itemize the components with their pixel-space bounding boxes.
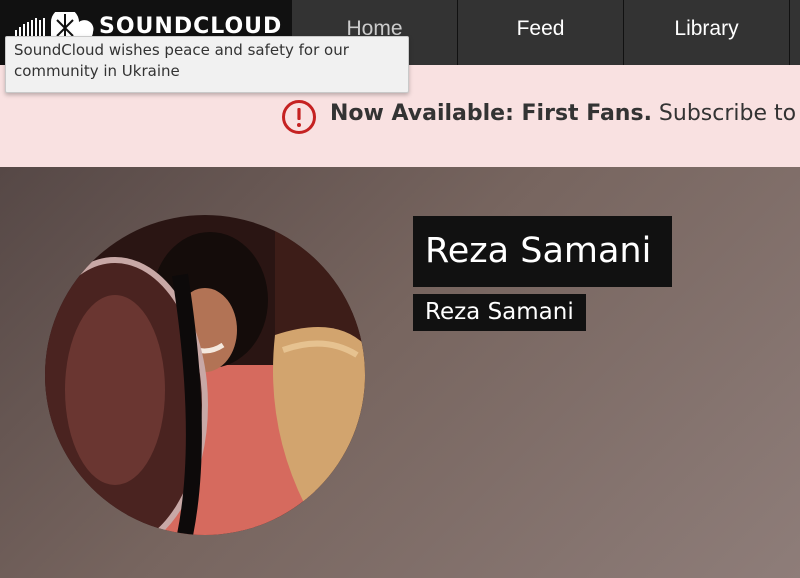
ukraine-tooltip: SoundCloud wishes peace and safety for o… — [5, 36, 409, 93]
nav-more[interactable] — [789, 0, 800, 65]
nav-library[interactable]: Library — [623, 0, 789, 65]
alert-circle-icon — [282, 100, 316, 134]
avatar-image — [45, 215, 365, 535]
profile-display-name: Reza Samani — [413, 216, 673, 287]
banner-headline: Now Available: First Fans. — [330, 101, 652, 126]
banner-message[interactable]: Now Available: First Fans. Subscribe to … — [330, 101, 800, 126]
profile-avatar[interactable] — [45, 215, 365, 535]
profile-username: Reza Samani — [413, 294, 586, 331]
banner-body: Subscribe to Ne — [658, 101, 800, 126]
nav-feed[interactable]: Feed — [457, 0, 623, 65]
